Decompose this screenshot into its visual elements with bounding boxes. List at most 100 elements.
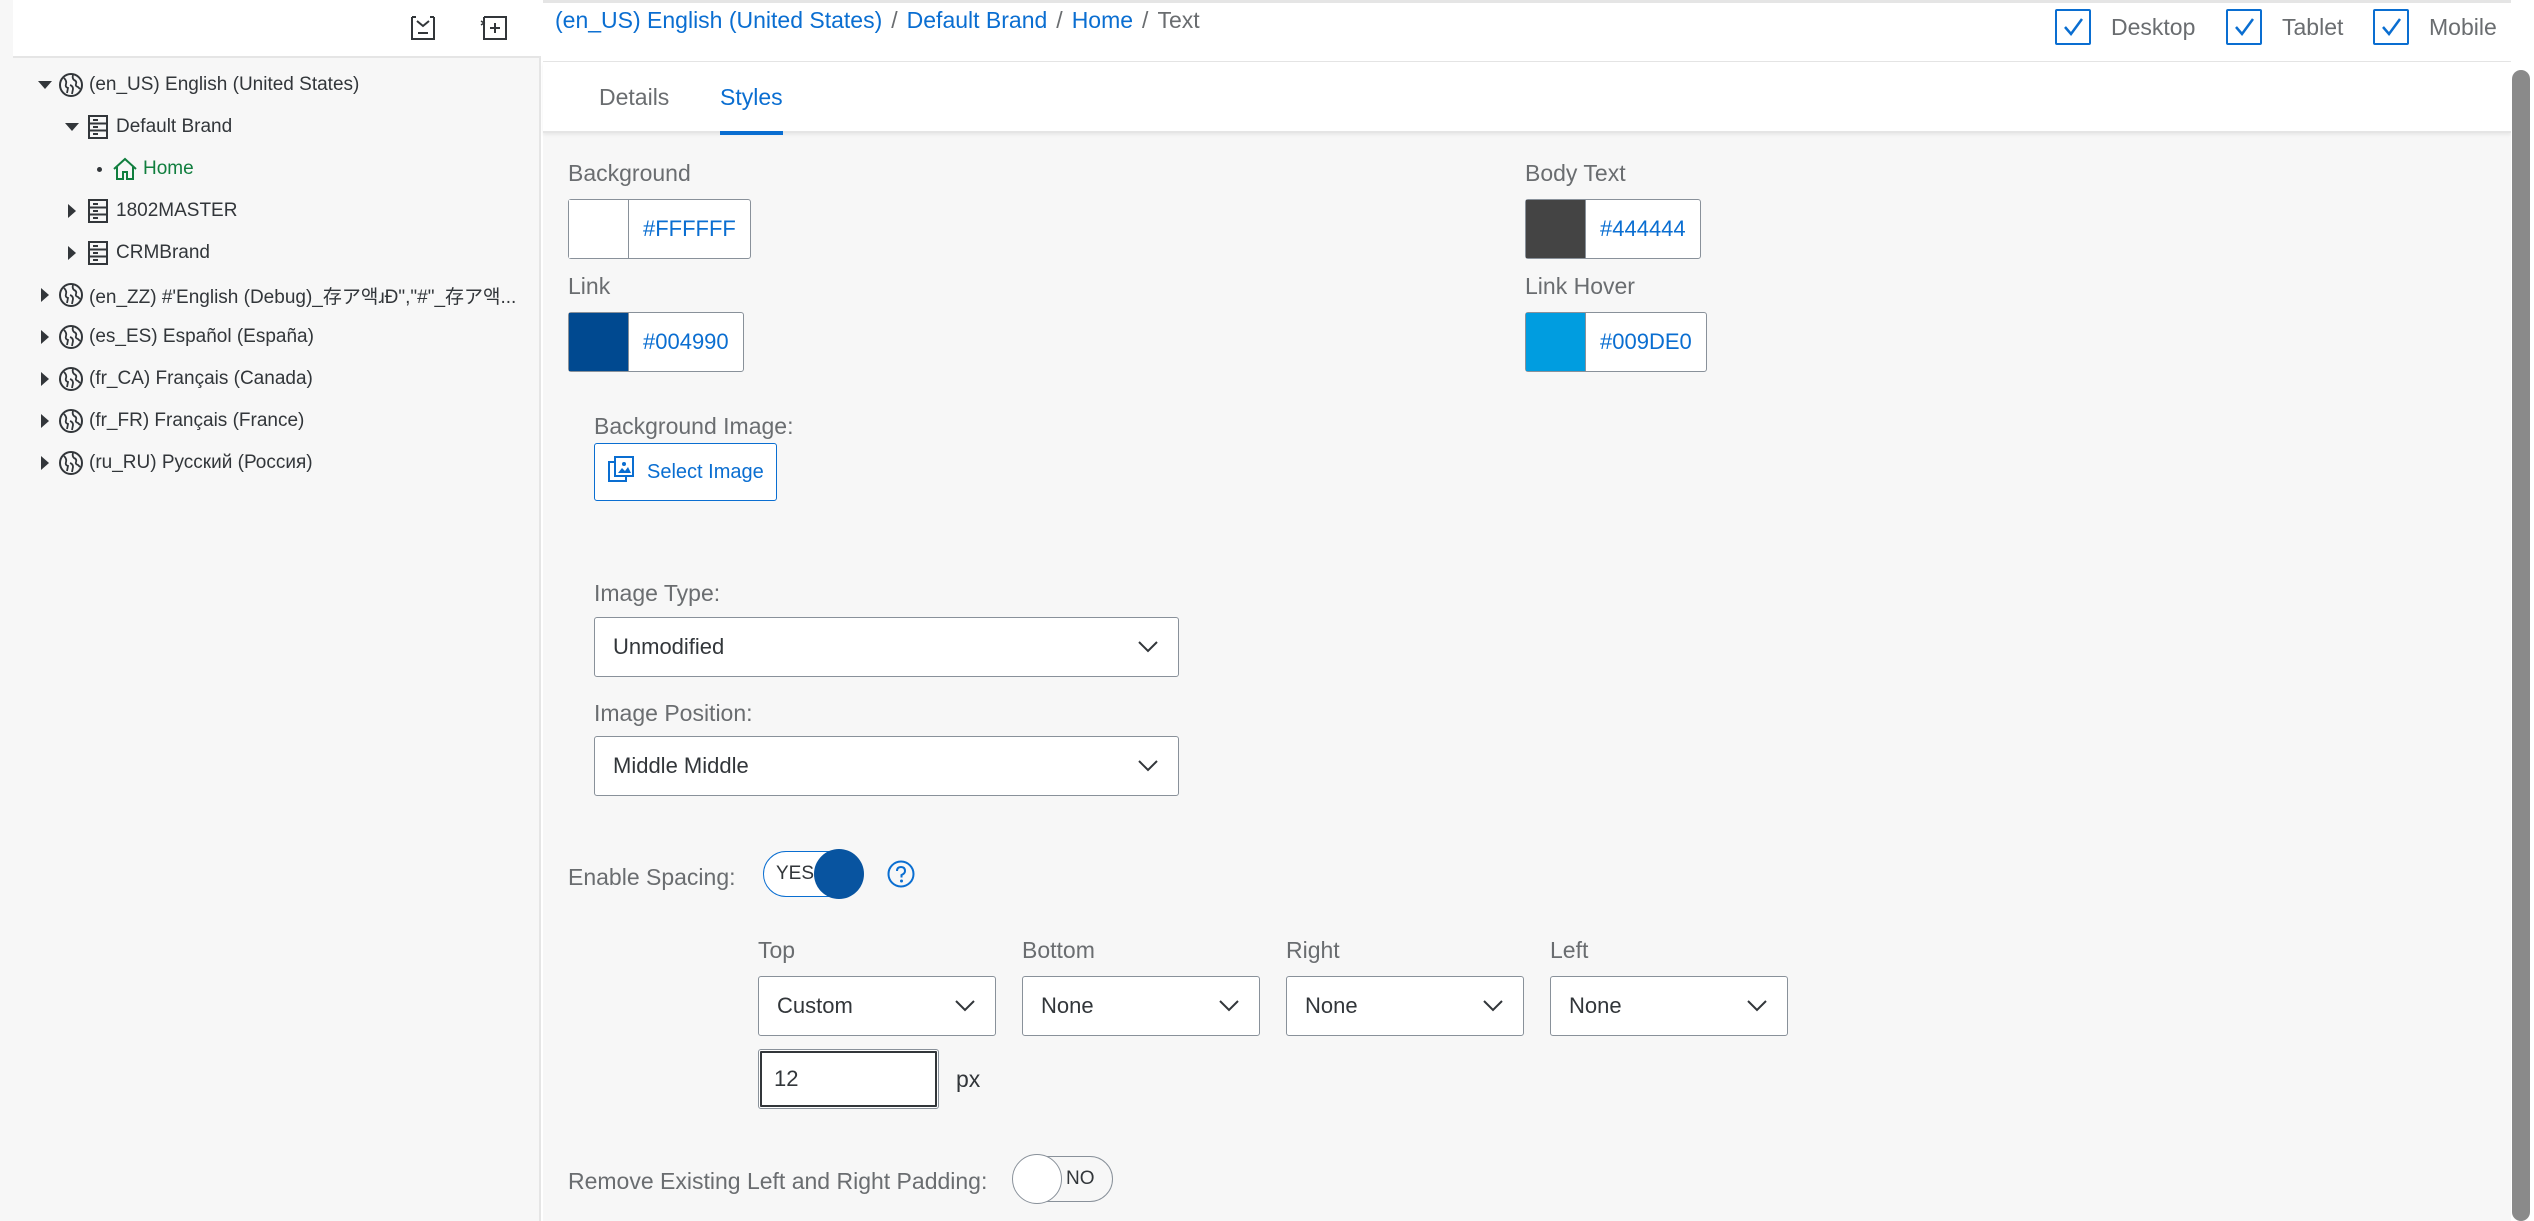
expand-arrow-icon[interactable] bbox=[33, 409, 57, 433]
server-icon bbox=[84, 197, 112, 225]
collapse-all-button[interactable] bbox=[403, 10, 443, 50]
tree-item[interactable]: (en_ZZ) #'English (Debug)_存ア액ɹĐ","#"_存ア액… bbox=[13, 274, 541, 316]
mobile-label: Mobile bbox=[2429, 13, 2497, 40]
tab-details[interactable]: Details bbox=[599, 62, 669, 133]
breadcrumb: (en_US) English (United States) / Defaul… bbox=[555, 7, 1200, 34]
link-hover-color-value[interactable]: #009DE0 bbox=[1586, 313, 1706, 371]
expand-arrow-icon[interactable] bbox=[60, 241, 84, 265]
globe-icon bbox=[57, 71, 85, 99]
spacing-left-select[interactable]: None bbox=[1550, 976, 1788, 1036]
spacing-top-value: Custom bbox=[777, 993, 853, 1018]
enable-spacing-label: Enable Spacing: bbox=[568, 864, 736, 890]
select-image-button[interactable]: Select Image bbox=[594, 443, 777, 501]
tablet-checkbox-group: Tablet bbox=[2226, 9, 2343, 45]
main-content: (en_US) English (United States) / Defaul… bbox=[543, 0, 2511, 1221]
tree-item-label: (ru_RU) Русский (Россия) bbox=[89, 452, 313, 473]
tablet-checkbox[interactable] bbox=[2226, 9, 2262, 45]
tree-item-label: (fr_FR) Français (France) bbox=[89, 410, 305, 431]
expand-arrow-icon[interactable] bbox=[33, 283, 57, 307]
expand-all-icon bbox=[480, 13, 510, 48]
spacing-right-select[interactable]: None bbox=[1286, 976, 1524, 1036]
background-color-field[interactable]: #FFFFFF bbox=[568, 199, 751, 259]
enable-spacing-state: YES bbox=[776, 863, 815, 884]
tree-item[interactable]: 1802MASTER bbox=[13, 190, 541, 232]
breadcrumb-link-brand[interactable]: Default Brand bbox=[907, 7, 1048, 34]
enable-spacing-switch[interactable]: YES bbox=[763, 849, 864, 899]
tab-styles[interactable]: Styles bbox=[720, 62, 783, 135]
background-image-label: Background Image: bbox=[594, 413, 794, 439]
link-color-field[interactable]: #004990 bbox=[568, 312, 744, 372]
tree-item-label: (en_ZZ) #'English (Debug)_存ア액ɹĐ","#"_存ア액… bbox=[89, 286, 517, 308]
link-hover-color-field[interactable]: #009DE0 bbox=[1525, 312, 1707, 372]
tree-item[interactable]: CRMBrand bbox=[13, 232, 541, 274]
expand-arrow-icon[interactable] bbox=[33, 325, 57, 349]
body-text-color-value[interactable]: #444444 bbox=[1586, 200, 1700, 258]
tree-item[interactable]: Home bbox=[13, 148, 541, 190]
breadcrumb-separator: / bbox=[1142, 7, 1149, 33]
breadcrumb-link-home[interactable]: Home bbox=[1072, 7, 1133, 34]
globe-icon bbox=[57, 365, 85, 393]
link-label: Link bbox=[568, 273, 611, 299]
spacing-bottom-value: None bbox=[1041, 993, 1094, 1018]
tree-item[interactable]: (fr_CA) Français (Canada) bbox=[13, 358, 541, 400]
spacing-left-label: Left bbox=[1550, 937, 1589, 963]
chevron-down-icon bbox=[1481, 994, 1505, 1018]
background-label: Background bbox=[568, 160, 691, 186]
background-color-value[interactable]: #FFFFFF bbox=[629, 200, 750, 258]
breadcrumb-current: Text bbox=[1157, 7, 1200, 33]
link-hover-color-swatch[interactable] bbox=[1526, 313, 1586, 371]
tree-item[interactable]: Default Brand bbox=[13, 106, 541, 148]
remove-padding-switch[interactable]: NO bbox=[1012, 1154, 1113, 1204]
chevron-down-icon bbox=[1745, 994, 1769, 1018]
desktop-checkbox[interactable] bbox=[2055, 9, 2091, 45]
left-edge-strip bbox=[0, 0, 13, 1221]
spacing-top-select[interactable]: Custom bbox=[758, 976, 996, 1036]
help-icon[interactable] bbox=[886, 859, 916, 889]
image-gallery-icon bbox=[607, 455, 635, 489]
scrollbar-thumb[interactable] bbox=[2512, 70, 2530, 1221]
globe-icon bbox=[57, 407, 85, 435]
body-text-color-field[interactable]: #444444 bbox=[1525, 199, 1701, 259]
spacing-custom-input[interactable] bbox=[758, 1049, 939, 1109]
expand-arrow-icon[interactable] bbox=[60, 199, 84, 223]
collapse-arrow-icon[interactable] bbox=[60, 115, 84, 139]
breadcrumb-link-locale[interactable]: (en_US) English (United States) bbox=[555, 7, 882, 34]
image-position-select[interactable]: Middle Middle bbox=[594, 736, 1179, 796]
breadcrumb-separator: / bbox=[1056, 7, 1063, 33]
globe-icon bbox=[57, 281, 85, 309]
spacing-right-label: Right bbox=[1286, 937, 1340, 963]
spacing-top-label: Top bbox=[758, 937, 796, 963]
link-hover-label: Link Hover bbox=[1525, 273, 1635, 299]
desktop-checkbox-group: Desktop bbox=[2055, 9, 2195, 45]
globe-icon bbox=[57, 449, 85, 477]
tree-item-label: (fr_CA) Français (Canada) bbox=[89, 368, 313, 389]
collapse-all-icon bbox=[408, 13, 438, 48]
tree-item-label: 1802MASTER bbox=[116, 200, 238, 221]
tree-item[interactable]: (es_ES) Español (España) bbox=[13, 316, 541, 358]
tree-item[interactable]: (en_US) English (United States) bbox=[13, 64, 541, 106]
bullet-icon bbox=[87, 157, 111, 181]
background-color-swatch[interactable] bbox=[569, 200, 629, 258]
image-type-select[interactable]: Unmodified bbox=[594, 617, 1179, 677]
body-text-color-swatch[interactable] bbox=[1526, 200, 1586, 258]
link-color-swatch[interactable] bbox=[569, 313, 629, 371]
breadcrumb-separator: / bbox=[891, 7, 898, 33]
tree-item[interactable]: (fr_FR) Français (France) bbox=[13, 400, 541, 442]
tree-item-label: (en_US) English (United States) bbox=[89, 74, 360, 95]
tree-item[interactable]: (ru_RU) Русский (Россия) bbox=[13, 442, 541, 484]
chevron-down-icon bbox=[1217, 994, 1241, 1018]
server-icon bbox=[84, 113, 112, 141]
expand-arrow-icon[interactable] bbox=[33, 367, 57, 391]
expand-all-button[interactable] bbox=[475, 10, 515, 50]
collapse-arrow-icon[interactable] bbox=[33, 73, 57, 97]
mobile-checkbox-group: Mobile bbox=[2373, 9, 2497, 45]
link-color-value[interactable]: #004990 bbox=[629, 313, 743, 371]
expand-arrow-icon[interactable] bbox=[33, 451, 57, 475]
chevron-down-icon bbox=[1136, 754, 1160, 778]
image-position-value: Middle Middle bbox=[613, 753, 749, 778]
chevron-down-icon bbox=[1136, 635, 1160, 659]
checkmark-icon bbox=[2235, 18, 2255, 37]
spacing-bottom-select[interactable]: None bbox=[1022, 976, 1260, 1036]
remove-padding-state: NO bbox=[1066, 1168, 1095, 1189]
mobile-checkbox[interactable] bbox=[2373, 9, 2409, 45]
